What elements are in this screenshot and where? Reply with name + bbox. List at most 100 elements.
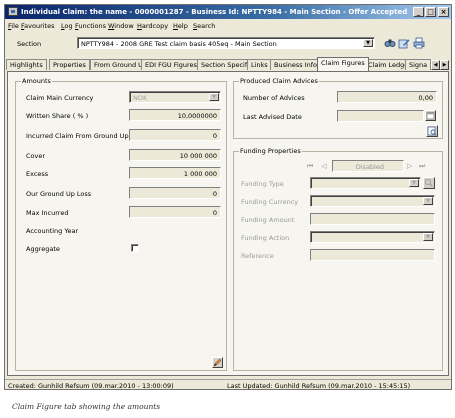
section-select-value: NPTTY984 - 2008 GRE Test claim basis 405…: [81, 40, 277, 48]
max-incurred-label: Max Incurred: [26, 209, 69, 217]
app-icon: [8, 7, 18, 16]
chevron-down-icon: ▼: [363, 39, 373, 47]
cover-field[interactable]: 10 000 000: [129, 149, 221, 161]
chevron-down-icon: ▼: [423, 233, 433, 241]
menu-functions[interactable]: Functions: [75, 22, 106, 30]
funding-currency-select[interactable]: ▼: [310, 195, 435, 207]
incurred-fgu-value: 0: [212, 132, 217, 140]
funding-currency-label: Funding Currency: [241, 198, 299, 206]
search-icon: [425, 179, 433, 187]
number-of-advices-label: Number of Advices: [243, 94, 305, 102]
cover-label: Cover: [26, 152, 46, 160]
created-status: Created: Gunhild Refsum (09.mar.2010 - 1…: [8, 382, 174, 390]
funding-amount-label: Funding Amount: [241, 216, 295, 224]
updated-status: Last Updated: Gunhild Refsum (09.mar.201…: [227, 382, 411, 390]
tab-scroll-right-button[interactable]: ▶: [440, 60, 449, 70]
claim-figures-panel: Amounts Claim Main Currency NOK ▼ Writte…: [7, 71, 449, 376]
max-incurred-value: 0: [212, 209, 217, 217]
incurred-fgu-label: Incurred Claim From Ground Up: [26, 132, 129, 140]
print-icon[interactable]: [413, 37, 425, 49]
funding-action-label: Funding Action: [241, 234, 290, 242]
chevron-down-icon: ▼: [423, 197, 433, 205]
written-share-field[interactable]: 10,0000000: [129, 109, 221, 121]
funding-action-select[interactable]: ▼: [310, 231, 435, 243]
main-currency-label: Claim Main Currency: [26, 94, 94, 102]
menu-log[interactable]: Log: [61, 22, 73, 30]
search-binoculars-icon[interactable]: [384, 37, 396, 49]
figure-caption: Claim Figure tab showing the amounts: [12, 402, 161, 411]
funding-title: Funding Properties: [239, 147, 302, 155]
tab-edi-fgu-figures[interactable]: EDI FGU Figures: [141, 59, 201, 70]
our-fgu-loss-label: Our Ground Up Loss: [26, 190, 92, 198]
produced-advices-title: Produced Claim Advices: [239, 77, 319, 85]
pencil-icon: [213, 358, 222, 367]
tab-scroll-left-button[interactable]: ◀: [431, 60, 440, 70]
last-advised-date-field[interactable]: [337, 110, 424, 122]
menu-favourites[interactable]: Favourites: [21, 22, 55, 30]
minimize-button[interactable]: _: [413, 7, 424, 17]
section-row: Section NPTTY984 - 2008 GRE Test claim b…: [5, 33, 451, 55]
excess-value: 1 000 000: [183, 170, 217, 178]
funding-type-select[interactable]: ▼: [310, 177, 421, 189]
menu-hardcopy[interactable]: Hardcopy: [137, 22, 168, 30]
funding-type-lookup-button[interactable]: [423, 177, 435, 189]
aggregate-checkbox[interactable]: [131, 244, 139, 252]
tab-properties[interactable]: Properties: [49, 59, 90, 70]
menu-search[interactable]: Search: [193, 22, 215, 30]
next-record-button[interactable]: ▷: [407, 162, 412, 170]
claim-window: Individual Claim: the name - 0000001287 …: [4, 4, 452, 390]
date-picker-button[interactable]: [425, 110, 436, 121]
accounting-year-label: Accounting Year: [26, 227, 79, 235]
tab-strip: Highlights Properties From Ground Up EDI…: [5, 57, 451, 71]
document-view-icon: [427, 126, 437, 136]
section-label: Section: [17, 40, 42, 48]
excess-field[interactable]: 1 000 000: [129, 167, 221, 179]
tab-signa[interactable]: Signa: [405, 59, 431, 70]
incurred-fgu-field[interactable]: 0: [129, 129, 221, 141]
menu-help[interactable]: Help: [173, 22, 188, 30]
close-button[interactable]: ×: [438, 7, 449, 17]
our-fgu-loss-value: 0: [212, 190, 217, 198]
maximize-button[interactable]: □: [425, 7, 436, 17]
previous-record-button[interactable]: ◁: [321, 162, 326, 170]
window-title: Individual Claim: the name - 0000001287 …: [21, 8, 408, 16]
written-share-label: Written Share ( % ): [26, 112, 89, 120]
funding-amount-field[interactable]: [310, 213, 435, 225]
our-fgu-loss-field[interactable]: 0: [129, 187, 221, 199]
edit-amounts-button[interactable]: [212, 357, 223, 368]
chevron-down-icon: ▼: [409, 179, 419, 187]
aggregate-label: Aggregate: [26, 245, 60, 253]
last-advised-date-label: Last Advised Date: [243, 113, 302, 121]
section-select[interactable]: NPTTY984 - 2008 GRE Test claim basis 405…: [77, 37, 375, 49]
written-share-value: 10,0000000: [177, 112, 217, 120]
chevron-down-icon: ▼: [209, 93, 219, 101]
status-bar: Created: Gunhild Refsum (09.mar.2010 - 1…: [5, 379, 451, 390]
main-currency-select[interactable]: NOK ▼: [129, 91, 221, 103]
menu-file[interactable]: File: [8, 22, 19, 30]
number-of-advices-field[interactable]: 0,00: [337, 91, 437, 103]
title-bar: Individual Claim: the name - 0000001287 …: [5, 5, 451, 19]
reference-field[interactable]: [310, 249, 435, 261]
tab-highlights[interactable]: Highlights: [6, 59, 47, 70]
view-advices-button[interactable]: [426, 125, 438, 137]
number-of-advices-value: 0,00: [418, 94, 433, 102]
last-record-button[interactable]: ⏭: [419, 162, 425, 171]
tab-business-info[interactable]: Business Info: [270, 59, 322, 70]
amounts-group: Amounts Claim Main Currency NOK ▼ Writte…: [15, 77, 227, 371]
tab-claim-figures[interactable]: Claim Figures: [317, 57, 369, 71]
amounts-title: Amounts: [21, 77, 52, 85]
first-record-button[interactable]: ⏮: [307, 162, 313, 171]
menu-window[interactable]: Window: [108, 22, 134, 30]
cover-value: 10 000 000: [179, 152, 217, 160]
funding-type-label: Funding Type: [241, 180, 284, 188]
main-currency-value: NOK: [133, 94, 148, 102]
menu-bar: File Favourites Log Functions Window Har…: [5, 20, 451, 32]
max-incurred-field[interactable]: 0: [129, 206, 221, 218]
funding-navigator-status: Disabled: [332, 160, 404, 172]
tab-links[interactable]: Links: [247, 59, 272, 70]
edit-icon[interactable]: [398, 37, 410, 49]
calendar-icon: [426, 112, 435, 120]
funding-group: Funding Properties ⏮ ◁ Disabled ▷ ⏭ Fund…: [233, 147, 443, 371]
excess-label: Excess: [26, 170, 49, 178]
funding-navigator-status-text: Disabled: [355, 163, 384, 171]
